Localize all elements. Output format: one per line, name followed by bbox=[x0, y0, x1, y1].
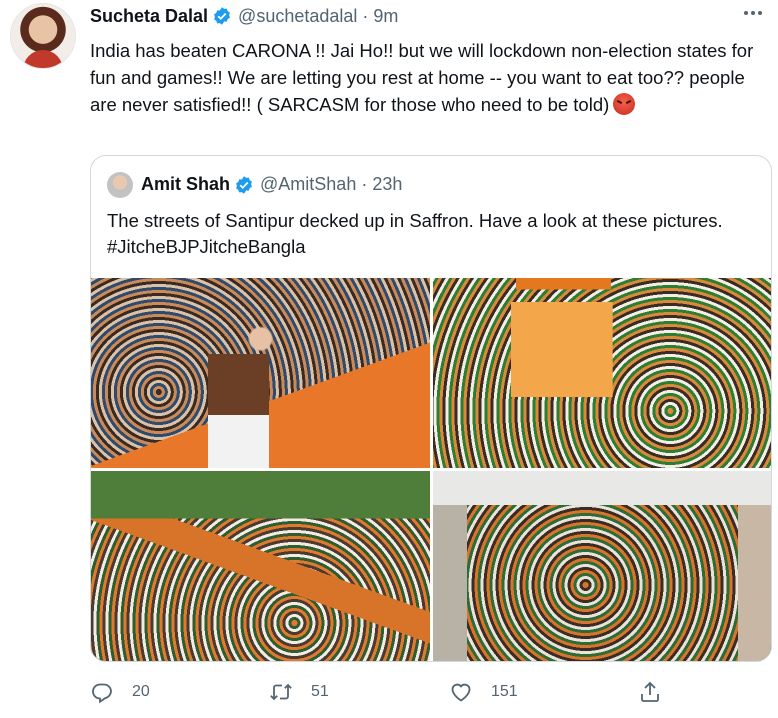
tweet-text: India has beaten CARONA !! Jai Ho!! but … bbox=[90, 37, 766, 118]
author-name[interactable]: Sucheta Dalal bbox=[90, 6, 208, 27]
like-count: 151 bbox=[491, 683, 518, 700]
reply-count: 20 bbox=[132, 683, 150, 700]
author-handle[interactable]: @suchetadalal bbox=[238, 6, 357, 27]
quoted-tweet[interactable]: Amit Shah @AmitShah · 23h The streets of… bbox=[90, 155, 772, 662]
quoted-author-handle[interactable]: @AmitShah bbox=[260, 174, 356, 195]
quoted-tweet-text: The streets of Santipur decked up in Saf… bbox=[107, 210, 723, 257]
photo-grid bbox=[91, 278, 771, 661]
tweet-actions: 20 51 151 bbox=[90, 676, 680, 708]
retweet-button[interactable]: 51 bbox=[269, 676, 329, 708]
reply-icon bbox=[92, 683, 112, 704]
share-button[interactable] bbox=[638, 676, 662, 708]
rally-photo-4[interactable] bbox=[433, 471, 771, 661]
tweet-header: Sucheta Dalal @suchetadalal · 9m bbox=[90, 4, 398, 28]
quoted-tweet-header: Amit Shah @AmitShah · 23h bbox=[141, 174, 402, 195]
quoted-author-avatar[interactable] bbox=[107, 172, 133, 198]
more-options-icon[interactable] bbox=[742, 6, 764, 20]
heart-icon bbox=[451, 683, 471, 702]
verified-badge-icon bbox=[214, 7, 230, 25]
quoted-author-name[interactable]: Amit Shah bbox=[141, 174, 230, 195]
like-button[interactable]: 151 bbox=[449, 676, 518, 708]
tweet[interactable]: Sucheta Dalal @suchetadalal · 9m India h… bbox=[0, 0, 778, 718]
separator: · bbox=[362, 5, 369, 26]
angry-face-icon bbox=[613, 93, 636, 115]
verified-badge-icon bbox=[236, 175, 252, 194]
quoted-timestamp[interactable]: 23h bbox=[372, 174, 402, 195]
retweet-icon bbox=[270, 683, 292, 701]
rally-photo-3[interactable] bbox=[91, 471, 430, 661]
rally-photo-1[interactable] bbox=[91, 278, 430, 468]
timestamp[interactable]: 9m bbox=[373, 6, 398, 27]
reply-button[interactable]: 20 bbox=[90, 676, 150, 708]
author-avatar[interactable] bbox=[10, 3, 76, 69]
rally-photo-2[interactable] bbox=[433, 278, 771, 468]
separator: · bbox=[361, 174, 368, 194]
share-icon bbox=[641, 681, 659, 702]
retweet-count: 51 bbox=[311, 683, 329, 700]
tweet-text-body: India has beaten CARONA !! Jai Ho!! but … bbox=[90, 40, 754, 115]
